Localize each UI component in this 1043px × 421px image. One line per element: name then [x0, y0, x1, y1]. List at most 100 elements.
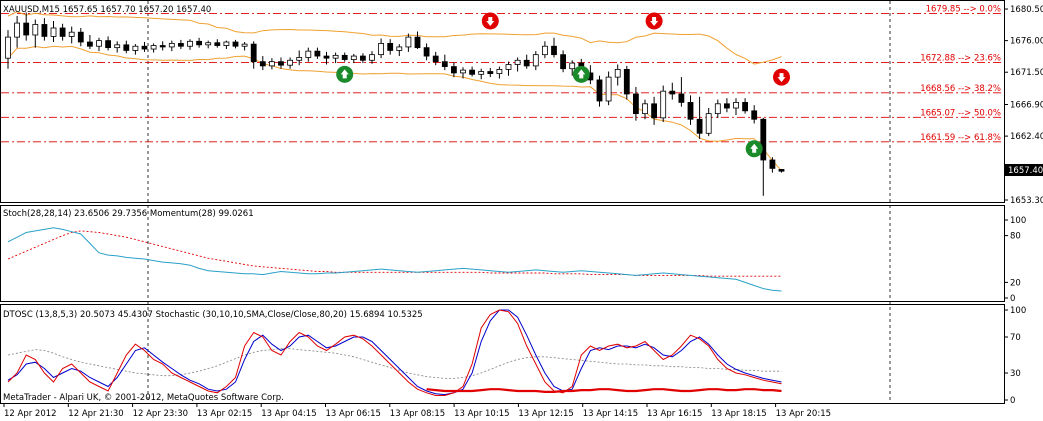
candle-body: [705, 113, 712, 134]
candle-body: [405, 36, 412, 48]
symbol-header: XAUUSD,M15 1657.65 1657.70 1657.20 1657.…: [3, 5, 211, 15]
time-tick-label: 13 Apr 16:15: [647, 409, 702, 419]
candle-body: [105, 40, 111, 49]
candle-body: [159, 45, 166, 48]
candle-body: [314, 50, 321, 57]
candle-body: [205, 42, 212, 46]
time-tick-label: 13 Apr 04:15: [261, 409, 316, 419]
candle-body: [196, 40, 203, 46]
candle-body: [423, 47, 430, 57]
time-tick-label: 12 Apr 23:30: [133, 409, 188, 419]
time-tick-label: 13 Apr 12:15: [518, 409, 573, 419]
candle-body: [514, 59, 521, 65]
candle-body: [623, 69, 630, 95]
candle-body: [23, 22, 30, 36]
candle-body: [396, 46, 403, 51]
candle-body: [633, 93, 639, 115]
candle-body: [742, 102, 748, 112]
candle-body: [250, 43, 257, 63]
candle-body: [523, 59, 530, 67]
candle-body: [114, 44, 121, 49]
stoch-panel-frame: [0, 205, 1005, 302]
trading-chart[interactable]: 1679.85 --> 0.0% 1672.88 --> 23.6% 1668.56…: [0, 0, 1043, 421]
dtosc-tick-label: 0: [1010, 396, 1015, 406]
candle-body: [642, 103, 648, 115]
candle-body: [14, 22, 21, 38]
stoch-main-line: [7, 227, 782, 292]
candle-body: [778, 169, 785, 172]
dtosc-fast-line: [7, 309, 782, 396]
fib-level-label: 1679.85 --> 0.0%: [926, 5, 1001, 15]
candle-body: [96, 40, 102, 47]
candle-body: [150, 45, 157, 50]
dtosc-oversold-line: [426, 388, 782, 393]
dtosc-tick-label: 30: [1010, 369, 1021, 379]
candle-body: [569, 62, 576, 70]
candle-body: [560, 54, 566, 70]
stoch-header: Stoch(28,28,14) 23.6506 29.7356 Momentum…: [3, 209, 254, 219]
fib-level-label: 1672.88 --> 23.6%: [920, 54, 1001, 64]
candle-body: [532, 54, 539, 67]
candlesticks[interactable]: [5, 12, 785, 196]
candle-body: [87, 41, 93, 47]
fib-level-label: 1661.59 --> 61.8%: [920, 133, 1001, 143]
candle-body: [259, 61, 266, 67]
candle-body: [223, 41, 230, 46]
dtosc-header: DTOSC (13,8,5,3) 20.5073 45.4307 Stochas…: [3, 310, 423, 320]
candle-body: [214, 42, 221, 46]
stoch-tick-label: 100: [1010, 216, 1026, 226]
price-tick-label: 1671.50: [1010, 68, 1043, 78]
candle-body: [460, 69, 466, 74]
candle-body: [68, 31, 75, 37]
candle-body: [687, 102, 694, 120]
main-panel-frame: [0, 0, 1005, 203]
candle-body: [141, 45, 148, 50]
candle-body: [769, 159, 776, 169]
upper-band-line: [7, 11, 782, 65]
candle-body: [296, 57, 303, 61]
fib-level-label: 1668.56 --> 38.2%: [920, 84, 1001, 94]
stoch-tick-label: 80: [1010, 232, 1021, 242]
time-tick-label: 13 Apr 14:15: [583, 409, 638, 419]
candle-body: [542, 45, 548, 56]
candle-body: [287, 59, 294, 66]
candle-body: [378, 43, 385, 56]
candle-body: [469, 69, 476, 75]
price-tick-label: 1676.00: [1010, 37, 1043, 47]
candle-body: [278, 61, 284, 66]
price-tick-label: 1680.50: [1010, 5, 1043, 15]
candle-body: [614, 69, 621, 78]
time-tick-label: 13 Apr 06:15: [326, 409, 381, 419]
candle-body: [724, 103, 730, 109]
candle-body: [123, 44, 130, 51]
candle-body: [5, 36, 11, 59]
candle-body: [751, 110, 758, 120]
stoch-signal-line: [7, 230, 782, 277]
time-tick-label: 13 Apr 18:15: [711, 409, 766, 419]
price-tick-label: 1662.40: [1010, 132, 1043, 142]
stoch-tick-label: 0: [1010, 294, 1015, 304]
current-price-label: 1657.40: [1008, 166, 1043, 176]
candle-body: [232, 41, 239, 47]
candle-body: [669, 90, 676, 95]
price-tick-label: 1653.30: [1010, 196, 1043, 206]
candle-body: [733, 102, 739, 109]
candle-body: [41, 24, 48, 37]
candle-body: [450, 66, 457, 74]
candle-body: [696, 118, 703, 134]
candle-body: [505, 64, 512, 70]
candle-body: [268, 61, 275, 67]
candle-body: [168, 43, 175, 48]
candle-body: [77, 31, 84, 43]
candle-body: [177, 43, 184, 47]
candle-body: [596, 79, 603, 102]
candle-body: [496, 69, 503, 75]
time-tick-label: 13 Apr 10:15: [454, 409, 509, 419]
candle-body: [350, 55, 357, 60]
stoch-tick-label: 20: [1010, 278, 1021, 288]
candle-body: [341, 54, 348, 60]
signal-markers[interactable]: [336, 12, 790, 158]
time-tick-label: 13 Apr 02:15: [197, 409, 252, 419]
candle-body: [551, 45, 557, 56]
candle-body: [441, 61, 448, 67]
